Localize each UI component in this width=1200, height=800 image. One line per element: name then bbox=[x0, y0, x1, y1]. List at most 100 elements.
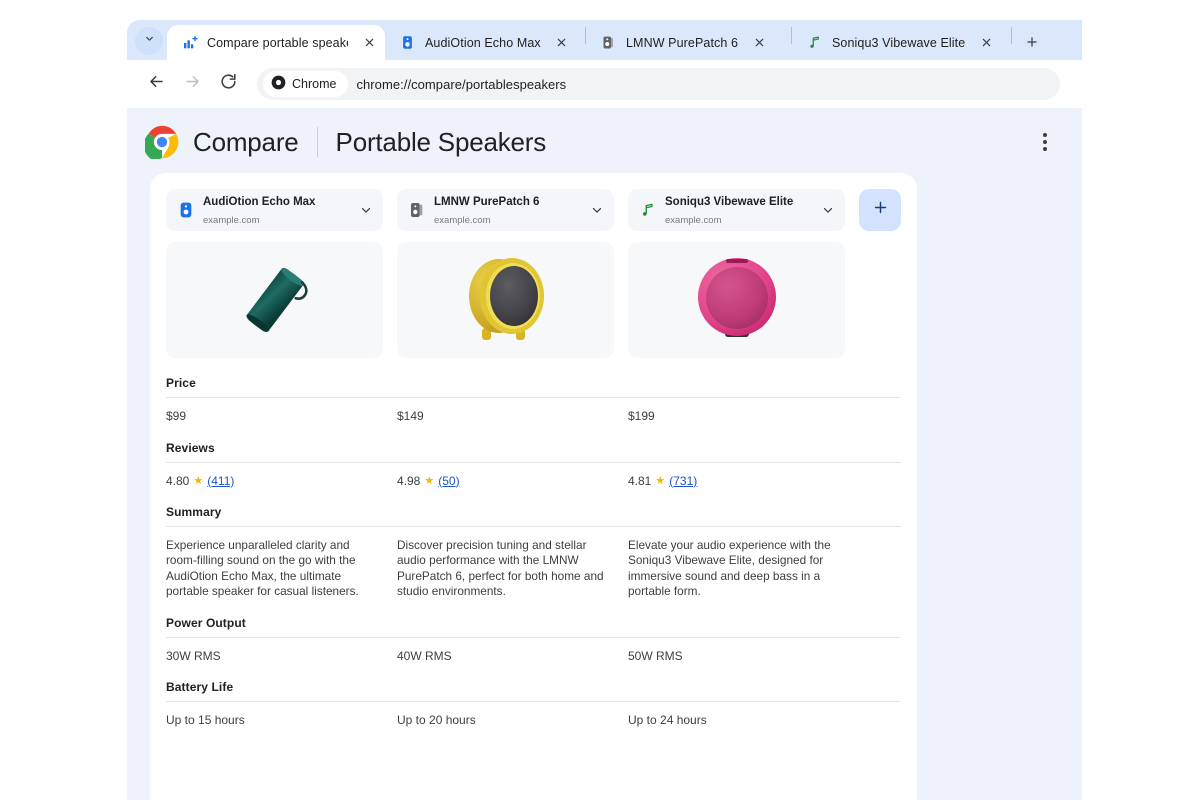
review-count-link[interactable]: (411) bbox=[207, 474, 234, 490]
section-label: Summary bbox=[166, 505, 901, 527]
tab-soniqu3-vibewave-elite[interactable]: Soniqu3 Vibewave Elite bbox=[792, 25, 1011, 60]
product-domain: example.com bbox=[434, 215, 491, 226]
tab-close-button[interactable] bbox=[749, 33, 769, 53]
battery-life-value: Up to 15 hours bbox=[166, 713, 245, 728]
power-output-value: 40W RMS bbox=[397, 648, 452, 663]
kebab-menu-icon[interactable] bbox=[1030, 127, 1060, 157]
review-count-link[interactable]: (50) bbox=[438, 474, 459, 490]
section-values-row: $99 $149 $199 bbox=[166, 398, 901, 425]
yellow-round-speaker bbox=[468, 258, 544, 340]
product-image-lmnw-purepatch-6 bbox=[397, 242, 614, 358]
chrome-chip[interactable]: Chrome bbox=[263, 71, 349, 97]
product-name: AudiOtion Echo Max bbox=[203, 196, 316, 208]
review-count-link[interactable]: (731) bbox=[669, 474, 697, 490]
product-selector-soniqu3-vibewave-elite[interactable]: Soniqu3 Vibewave Elite example.com bbox=[628, 189, 845, 231]
price-value: $99 bbox=[166, 409, 187, 423]
summary-text: Elevate your audio experience with the S… bbox=[628, 538, 831, 599]
teal-cylinder-speaker bbox=[246, 268, 308, 332]
section-values-row: Up to 15 hours Up to 20 hours Up to 24 h… bbox=[166, 702, 901, 729]
chrome-logo-icon bbox=[271, 75, 286, 93]
chevron-down-icon[interactable] bbox=[358, 203, 374, 217]
section-summary: Summary Experience unparalleled clarity … bbox=[166, 505, 901, 600]
price-value: $199 bbox=[628, 409, 655, 423]
chrome-logo-icon bbox=[143, 125, 179, 162]
tab-close-button[interactable] bbox=[976, 33, 996, 53]
browser-window: Compare portable speakers AudiOtion Echo… bbox=[127, 20, 1082, 800]
review-cell: 4.98 ★ (50) bbox=[397, 474, 614, 490]
battery-life-value: Up to 20 hours bbox=[397, 713, 476, 728]
product-selector-audiotion-echo-max[interactable]: AudiOtion Echo Max example.com bbox=[166, 189, 383, 231]
page-title: Portable Speakers bbox=[335, 126, 547, 157]
section-values-row: 4.80 ★ (411) 4.98 ★ (50) 4.81 ★ (731) bbox=[166, 463, 901, 490]
new-tab-button[interactable] bbox=[1018, 28, 1046, 56]
section-values-row: 30W RMS 40W RMS 50W RMS bbox=[166, 638, 901, 665]
tab-title: Soniqu3 Vibewave Elite bbox=[832, 35, 966, 50]
forward-button[interactable] bbox=[175, 67, 209, 101]
address-bar[interactable]: Chrome chrome://compare/portablespeakers bbox=[257, 68, 1060, 100]
rating-group: 4.80 ★ (411) bbox=[166, 474, 383, 490]
product-name: Soniqu3 Vibewave Elite bbox=[665, 196, 794, 208]
summary-text: Experience unparalleled clarity and room… bbox=[166, 538, 359, 599]
power-output-value: 50W RMS bbox=[628, 648, 683, 663]
speaker-icon-blue bbox=[177, 200, 194, 220]
tab-search-button[interactable] bbox=[135, 27, 163, 55]
reload-icon bbox=[219, 72, 238, 96]
chevron-down-icon[interactable] bbox=[820, 203, 836, 217]
header-divider bbox=[316, 127, 318, 157]
rating-value: 4.80 bbox=[166, 473, 190, 488]
speaker-icon-blue bbox=[399, 34, 416, 51]
rating-group: 4.81 ★ (731) bbox=[628, 474, 845, 490]
product-image-soniqu3-vibewave-elite bbox=[628, 242, 845, 358]
music-note-icon-green bbox=[806, 34, 823, 51]
app-header: Compare Portable Speakers bbox=[127, 108, 1082, 176]
page-viewport: Compare Portable Speakers AudiOtion Echo… bbox=[127, 108, 1082, 800]
add-product-button[interactable] bbox=[859, 189, 901, 231]
pink-round-speaker bbox=[697, 258, 776, 337]
tab-separator bbox=[1011, 27, 1012, 44]
page-brand: Compare bbox=[193, 126, 299, 157]
section-values-row: Experience unparalleled clarity and room… bbox=[166, 527, 901, 600]
star-icon: ★ bbox=[655, 474, 666, 487]
section-reviews: Reviews 4.80 ★ (411) 4.98 ★ (50) 4.81 ★ … bbox=[166, 441, 901, 490]
review-cell: 4.80 ★ (411) bbox=[166, 474, 383, 490]
tab-compare-portable-speakers[interactable]: Compare portable speakers bbox=[167, 25, 385, 60]
price-value: $149 bbox=[397, 409, 424, 423]
section-battery-life: Battery Life Up to 15 hours Up to 20 hou… bbox=[166, 680, 901, 729]
back-button[interactable] bbox=[139, 67, 173, 101]
section-price: Price $99 $149 $199 bbox=[166, 376, 901, 425]
product-image-row bbox=[166, 242, 901, 358]
forward-arrow-icon bbox=[183, 72, 202, 96]
tab-title: Compare portable speakers bbox=[207, 35, 348, 50]
product-selector-lmnw-purepatch-6[interactable]: LMNW PurePatch 6 example.com bbox=[397, 189, 614, 231]
tab-close-button[interactable] bbox=[359, 33, 379, 53]
chrome-chip-label: Chrome bbox=[292, 77, 337, 91]
star-icon: ★ bbox=[193, 474, 204, 487]
tab-title: AudiOtion Echo Max bbox=[425, 35, 541, 50]
reload-button[interactable] bbox=[211, 67, 245, 101]
speaker-icon-grey bbox=[408, 200, 425, 220]
review-cell: 4.81 ★ (731) bbox=[628, 474, 845, 490]
rating-value: 4.81 bbox=[628, 473, 652, 488]
battery-life-value: Up to 24 hours bbox=[628, 713, 707, 728]
section-label: Reviews bbox=[166, 441, 901, 463]
product-domain: example.com bbox=[665, 215, 722, 226]
star-icon: ★ bbox=[424, 474, 435, 487]
tab-audiotion-echo-max[interactable]: AudiOtion Echo Max bbox=[385, 25, 585, 60]
tab-close-button[interactable] bbox=[552, 33, 572, 53]
product-name: LMNW PurePatch 6 bbox=[434, 196, 540, 208]
rating-group: 4.98 ★ (50) bbox=[397, 474, 614, 490]
chevron-down-icon[interactable] bbox=[589, 203, 605, 217]
tab-strip: Compare portable speakers AudiOtion Echo… bbox=[127, 20, 1082, 60]
rating-value: 4.98 bbox=[397, 473, 421, 488]
music-note-icon-green bbox=[639, 200, 656, 220]
chevron-down-icon bbox=[143, 32, 156, 50]
product-domain: example.com bbox=[203, 215, 260, 226]
tab-lmnw-purepatch-6[interactable]: LMNW PurePatch 6 bbox=[586, 25, 791, 60]
product-selector-row: AudiOtion Echo Max example.com LMNW Pure… bbox=[166, 189, 901, 231]
plus-icon bbox=[872, 199, 889, 221]
section-label: Price bbox=[166, 376, 901, 398]
summary-text: Discover precision tuning and stellar au… bbox=[397, 538, 604, 599]
comparison-card: AudiOtion Echo Max example.com LMNW Pure… bbox=[150, 173, 917, 800]
back-arrow-icon bbox=[147, 72, 166, 96]
speaker-icon-grey bbox=[600, 34, 617, 51]
